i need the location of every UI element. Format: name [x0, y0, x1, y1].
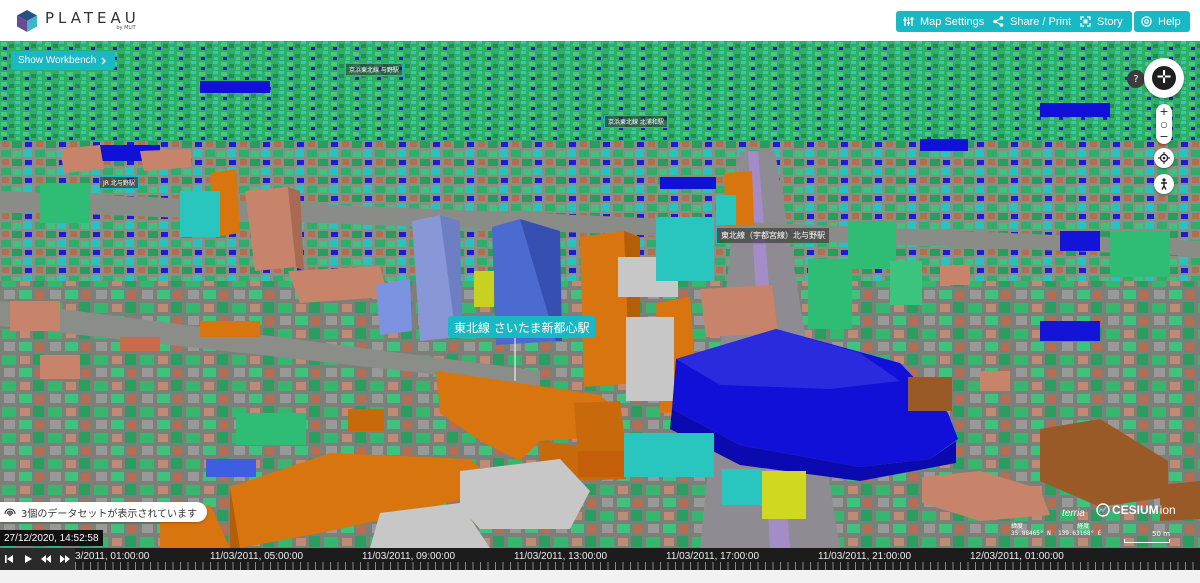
longitude-value: 139.63168° E: [1057, 530, 1102, 537]
timeline-tick-label: 11/03/2011, 09:00:00: [362, 551, 456, 562]
timeline-tick-label: 12/03/2011, 01:00:00: [970, 551, 1064, 562]
latitude-value: 35.88465° N: [1011, 530, 1051, 537]
map-settings-label: Map Settings: [920, 15, 985, 28]
compass-move-icon: ✛: [1152, 66, 1176, 90]
navigation-help-button[interactable]: ?: [1127, 70, 1145, 88]
my-location-button[interactable]: [1154, 148, 1174, 168]
timeline-tick-label: 11/03/2011, 17:00:00: [666, 551, 760, 562]
sliders-icon: [903, 17, 914, 26]
bottom-bar: [0, 570, 1200, 583]
jump-start-icon[interactable]: [4, 554, 14, 564]
plateau-logo[interactable]: PLATEAU by MLIT: [17, 10, 140, 32]
timeline-controls: [0, 548, 74, 570]
cesium-ion-credit[interactable]: CESIUM ion: [1096, 503, 1176, 517]
map-settings-button[interactable]: Map Settings: [896, 11, 994, 32]
timeline-ticks: [75, 562, 1200, 570]
story-button[interactable]: Story: [1073, 11, 1132, 32]
terria-credit[interactable]: terria: [1062, 508, 1085, 519]
current-time-display: 27/12/2020, 14:52:58: [0, 530, 103, 546]
chevron-right-icon: [101, 57, 107, 64]
cesium-logo-icon: [1096, 503, 1110, 517]
show-workbench-label: Show Workbench: [18, 55, 97, 66]
coordinate-readout: 緯度 経度 35.88465° N 139.63168° E: [1011, 523, 1101, 537]
timeline-tick-label: 11/03/2011, 05:00:00: [210, 551, 304, 562]
timeline: 3/2011, 01:00:00 11/03/2011, 05:00:00 11…: [0, 548, 1200, 570]
scale-bar: [1124, 539, 1170, 543]
play-icon[interactable]: [23, 554, 33, 564]
zoom-control: + ○ −: [1156, 104, 1172, 144]
map-label: 京浜東北線 北浦和駅: [604, 115, 668, 128]
logo-subtitle: by MLIT: [116, 25, 136, 31]
share-print-label: Share / Print: [1010, 15, 1072, 28]
timeline-tick-label: 11/03/2011, 21:00:00: [818, 551, 912, 562]
timeline-tick-label: 11/03/2011, 13:00:00: [514, 551, 608, 562]
station-label-saitama-shintoshin[interactable]: 東北線 さいたま新都心駅: [448, 316, 596, 338]
compass-control[interactable]: ✛: [1144, 58, 1184, 98]
story-icon: [1080, 16, 1091, 27]
zoom-reset-button[interactable]: ○: [1161, 120, 1168, 129]
datasets-status[interactable]: 3個のデータセットが表示されています: [0, 502, 208, 522]
latitude-label: 緯度: [1011, 523, 1024, 530]
pedestrian-mode-button[interactable]: [1154, 174, 1174, 194]
station-label-kitayono[interactable]: 東北線（宇都宮線）北与野駅: [716, 227, 830, 244]
layers-signal-icon: [4, 508, 16, 516]
plateau-logo-mark-icon: [17, 10, 37, 32]
zoom-in-button[interactable]: +: [1159, 105, 1168, 118]
fast-forward-icon[interactable]: [59, 554, 70, 564]
city-3d-scene: [0, 41, 1200, 548]
rewind-icon[interactable]: [41, 554, 52, 564]
share-icon: [993, 16, 1004, 27]
map-label: 京浜東北線 与野駅: [345, 63, 403, 76]
longitude-label: 経度: [1077, 523, 1090, 530]
zoom-out-button[interactable]: −: [1159, 130, 1168, 143]
crosshair-icon: [1158, 152, 1170, 164]
timeline-track[interactable]: 3/2011, 01:00:00 11/03/2011, 05:00:00 11…: [75, 548, 1200, 570]
logo-name: PLATEAU: [45, 9, 140, 27]
map-label: JR 北与野駅: [99, 176, 139, 189]
app-header: PLATEAU by MLIT Map Settings Share / Pri…: [0, 0, 1200, 42]
scale-label: 50 m: [1152, 530, 1170, 538]
share-print-button[interactable]: Share / Print: [986, 11, 1081, 32]
3d-map-viewport[interactable]: [0, 41, 1200, 548]
distance-scale: 50 m: [1124, 530, 1170, 543]
question-icon: ?: [1133, 73, 1139, 85]
pedestrian-icon: [1161, 178, 1167, 190]
timeline-tick-label: 3/2011, 01:00:00: [75, 551, 150, 562]
datasets-status-text: 3個のデータセットが表示されています: [21, 508, 198, 520]
cesium-suffix: ion: [1159, 503, 1176, 517]
help-button[interactable]: Help: [1134, 11, 1190, 32]
help-icon: [1141, 16, 1152, 27]
show-workbench-button[interactable]: Show Workbench: [11, 51, 116, 70]
cesium-name: CESIUM: [1112, 503, 1159, 517]
help-label: Help: [1158, 15, 1181, 28]
story-label: Story: [1097, 15, 1123, 28]
